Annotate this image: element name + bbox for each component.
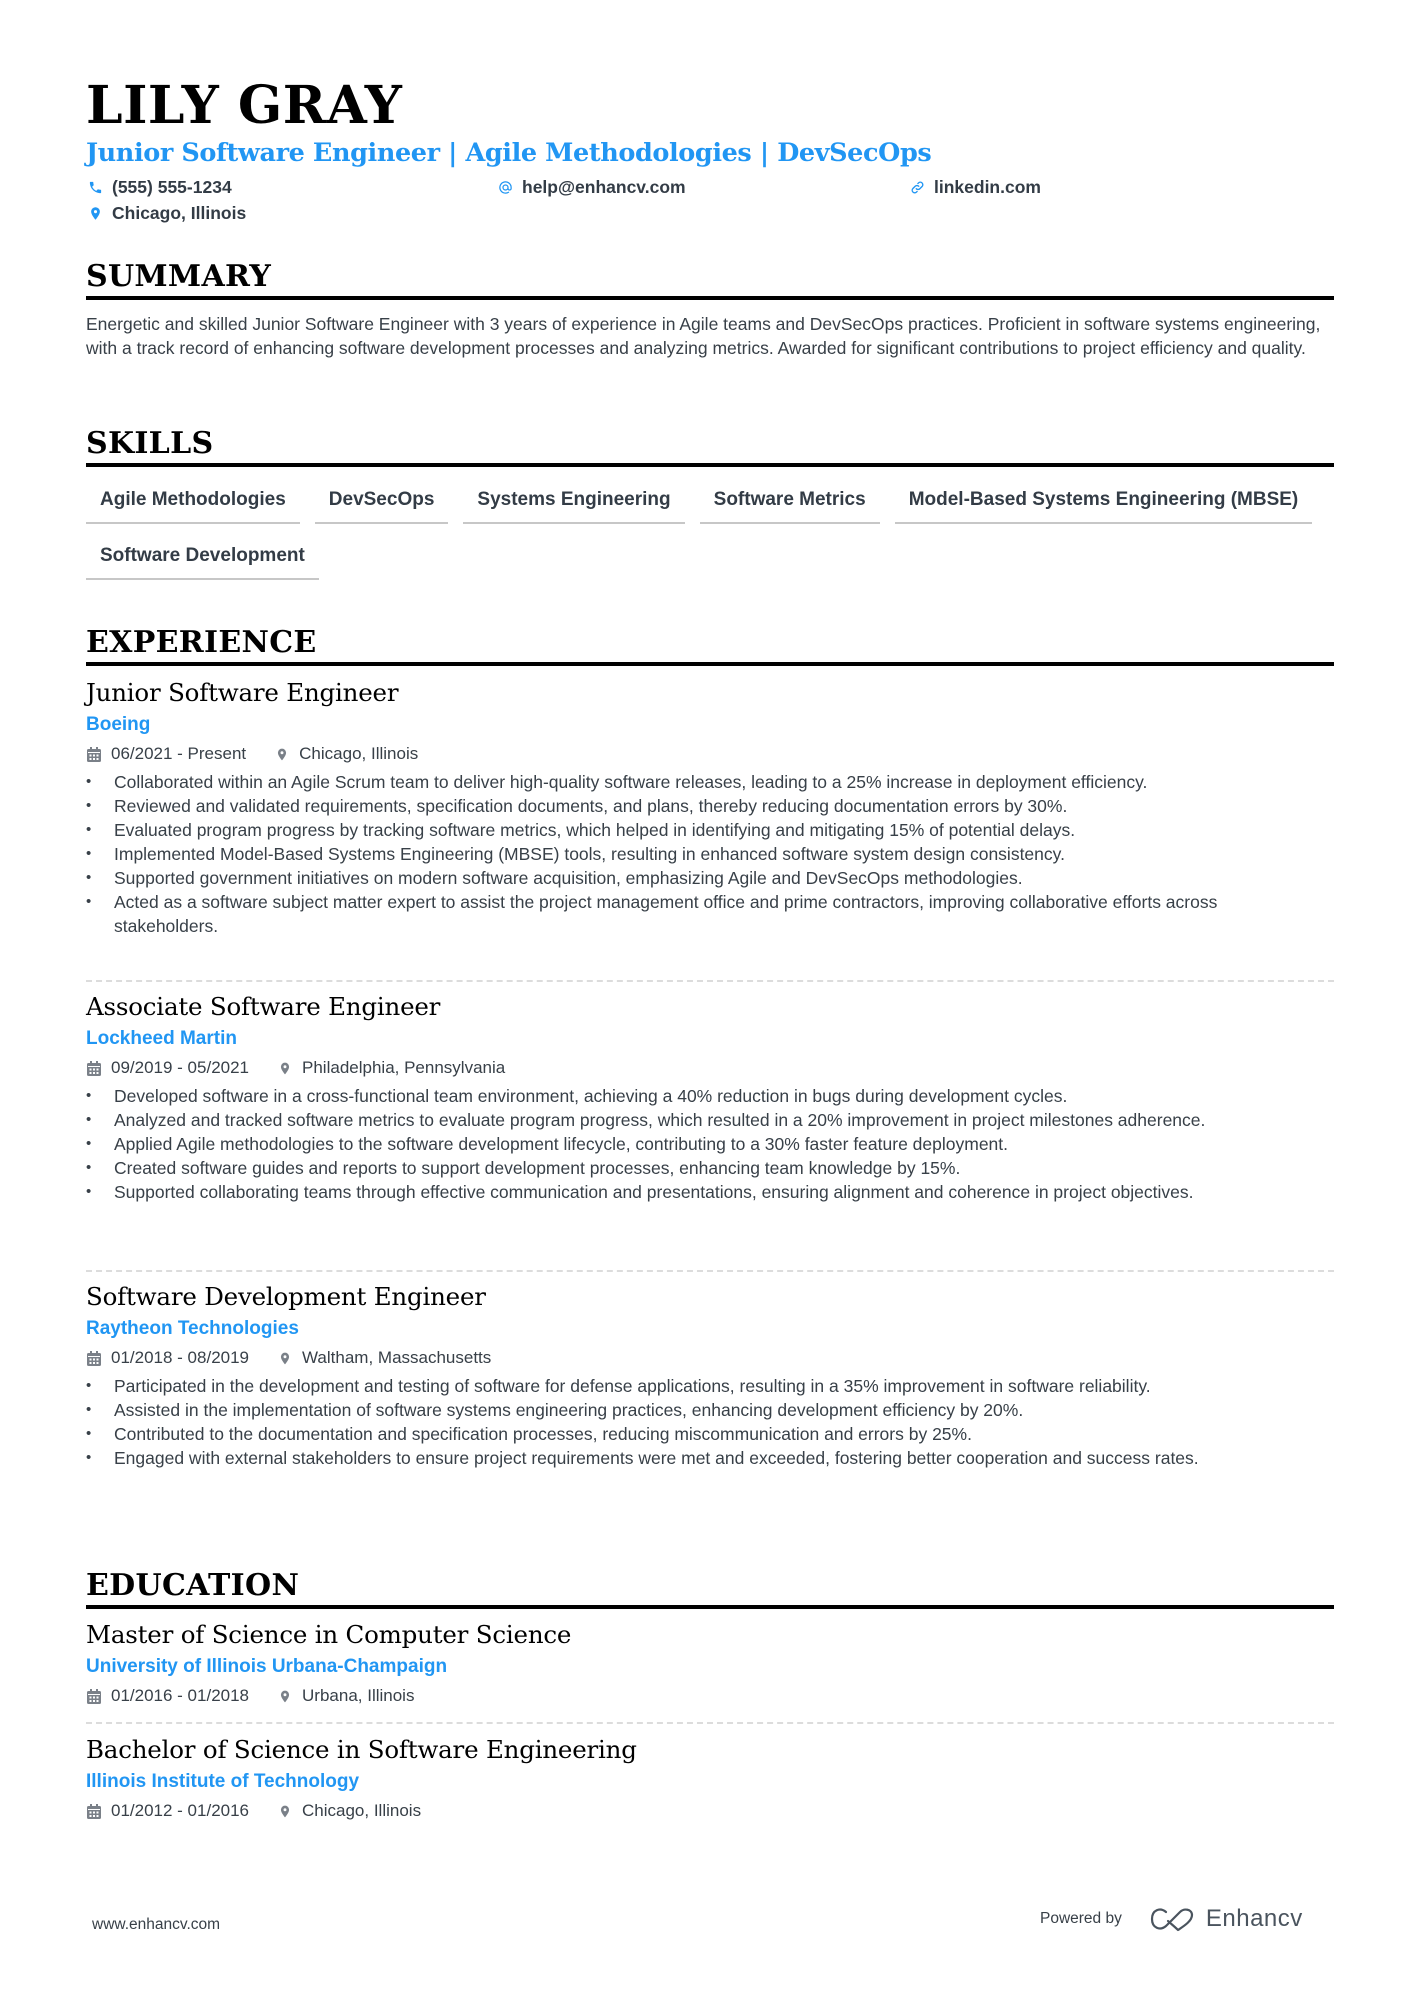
skill-tag: Software Metrics [699,482,880,524]
education-entry: Bachelor of Science in Software Engineer… [86,1733,1334,1825]
phone-text: (555) 555-1234 [112,177,232,197]
enhancv-brand: Enhancv [1205,1905,1303,1932]
education-meta: 01/2016 - 01/2018 Urbana, Illinois [86,1682,1334,1710]
contact-email[interactable]: help@enhancv.com [496,176,686,198]
company-name: Lockheed Martin [86,1028,237,1049]
bullet-item: Applied Agile methodologies to the softw… [86,1132,1334,1156]
experience-entry: Software Development Engineer Raytheon T… [86,1280,1334,1470]
link-icon [908,178,926,196]
degree-title: Bachelor of Science in Software Engineer… [86,1735,637,1764]
skills-heading: SKILLS [86,425,1334,467]
job-dates: 06/2021 - Present [111,744,247,763]
job-meta: 09/2019 - 05/2021 Philadelphia, Pennsylv… [86,1054,1334,1082]
calendar-icon [86,1350,102,1366]
job-title: Software Development Engineer [86,1282,486,1311]
bullet-item: Participated in the development and test… [86,1374,1334,1398]
bullet-item: Reviewed and validated requirements, spe… [86,794,1334,818]
bullet-item: Developed software in a cross-functional… [86,1084,1334,1108]
skill-tag: Systems Engineering [463,482,685,524]
bullet-item: Analyzed and tracked software metrics to… [86,1108,1334,1132]
calendar-icon [86,1060,102,1076]
job-title: Junior Software Engineer [86,678,399,707]
footer-branding: Powered by Enhancv [1040,1905,1303,1933]
skill-tag: Software Development [86,538,319,580]
location-text: Chicago, Illinois [112,203,247,223]
bullet-item: Created software guides and reports to s… [86,1156,1334,1180]
experience-entry: Associate Software Engineer Lockheed Mar… [86,990,1334,1204]
bullet-item: Evaluated program progress by tracking s… [86,818,1334,842]
bullet-item: Supported collaborating teams through ef… [86,1180,1334,1204]
job-meta: 01/2018 - 08/2019 Waltham, Massachusetts [86,1344,1334,1372]
calendar-icon [86,1803,102,1819]
contact-location: Chicago, Illinois [86,202,246,224]
location-pin-icon [277,1350,293,1366]
bullet-item: Collaborated within an Agile Scrum team … [86,770,1334,794]
job-location: Philadelphia, Pennsylvania [302,1058,506,1077]
skill-tag: DevSecOps [314,482,449,524]
degree-title: Master of Science in Computer Science [86,1620,572,1649]
company-name: Raytheon Technologies [86,1318,299,1339]
job-meta: 06/2021 - Present Chicago, Illinois [86,740,1334,768]
education-location: Chicago, Illinois [302,1801,422,1820]
contact-phone: (555) 555-1234 [86,176,232,198]
summary-heading: SUMMARY [86,258,1334,300]
location-pin-icon [277,1688,293,1704]
linkedin-link[interactable]: linkedin.com [934,176,1041,198]
skill-tag: Agile Methodologies [86,482,300,524]
location-pin-icon [86,204,104,222]
education-dates: 01/2012 - 01/2016 [111,1801,250,1820]
education-location: Urbana, Illinois [302,1686,415,1705]
location-pin-icon [274,746,290,762]
education-dates: 01/2016 - 01/2018 [111,1686,250,1705]
job-location: Chicago, Illinois [299,744,419,763]
job-bullets: Participated in the development and test… [86,1374,1334,1470]
job-title: Associate Software Engineer [86,992,441,1021]
powered-by-label: Powered by [1040,1910,1122,1927]
experience-entry: Junior Software Engineer Boeing 06/2021 … [86,676,1334,938]
enhancv-logo-icon [1150,1906,1196,1932]
job-dates: 09/2019 - 05/2021 [111,1058,250,1077]
candidate-headline: Junior Software Engineer | Agile Methodo… [86,138,932,168]
footer-website[interactable]: www.enhancv.com [92,1916,220,1934]
bullet-item: Implemented Model-Based Systems Engineer… [86,842,1334,866]
location-pin-icon [277,1803,293,1819]
education-heading: EDUCATION [86,1567,1334,1609]
job-bullets: Developed software in a cross-functional… [86,1084,1334,1204]
location-pin-icon [277,1060,293,1076]
entry-divider [86,1722,1334,1724]
bullet-item: Engaged with external stakeholders to en… [86,1446,1334,1470]
summary-text: Energetic and skilled Junior Software En… [86,314,1321,358]
school-name: Illinois Institute of Technology [86,1771,360,1792]
phone-icon [86,178,104,196]
candidate-name: LILY GRAY [86,75,403,136]
education-meta: 01/2012 - 01/2016 Chicago, Illinois [86,1797,1334,1825]
entry-divider [86,1270,1334,1272]
company-name: Boeing [86,714,151,735]
email-link[interactable]: help@enhancv.com [522,176,686,198]
school-name: University of Illinois Urbana-Champaign [86,1656,448,1677]
job-location: Waltham, Massachusetts [302,1348,492,1367]
job-bullets: Collaborated within an Agile Scrum team … [86,770,1334,938]
education-entry: Master of Science in Computer Science Un… [86,1618,1334,1710]
skills-list: Agile Methodologies DevSecOps Systems En… [86,482,1334,580]
calendar-icon [86,746,102,762]
experience-heading: EXPERIENCE [86,624,1334,666]
bullet-item: Contributed to the documentation and spe… [86,1422,1334,1446]
job-dates: 01/2018 - 08/2019 [111,1348,250,1367]
bullet-item: Supported government initiatives on mode… [86,866,1334,890]
skill-tag: Model-Based Systems Engineering (MBSE) [894,482,1313,524]
bullet-item: Acted as a software subject matter exper… [86,890,1334,938]
at-icon [496,178,514,196]
bullet-item: Assisted in the implementation of softwa… [86,1398,1334,1422]
calendar-icon [86,1688,102,1704]
entry-divider [86,980,1334,982]
contact-linkedin[interactable]: linkedin.com [908,176,1041,198]
